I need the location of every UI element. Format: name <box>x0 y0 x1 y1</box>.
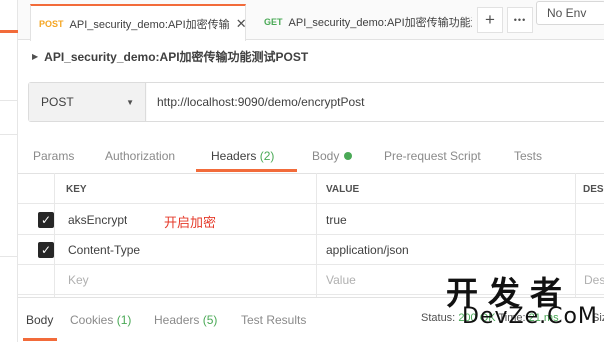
add-tab-button[interactable]: + <box>477 7 503 33</box>
method-select[interactable]: POST ▼ <box>29 83 146 121</box>
tab-authorization[interactable]: Authorization <box>105 138 175 172</box>
watermark-logo: 开发者 DevZe.CoM <box>432 268 602 340</box>
response-tab-cookies-label: Cookies <box>70 313 114 327</box>
sidebar-accent <box>0 30 18 33</box>
column-divider <box>316 173 317 297</box>
header-value[interactable]: application/json <box>326 235 409 265</box>
tab-title: API_security_demo:API加密传输 <box>69 18 230 31</box>
url-input[interactable]: http://localhost:9090/demo/encryptPost <box>147 83 604 121</box>
sidebar-divider <box>0 256 18 257</box>
chevron-down-icon: ▼ <box>126 98 134 107</box>
sidebar-divider <box>0 100 18 101</box>
response-tab-cookies-count: (1) <box>116 313 132 327</box>
tab-title: API_security_demo:API加密传输功能测 <box>288 17 472 29</box>
active-tab-indicator <box>196 169 297 172</box>
method-select-value: POST <box>41 95 74 109</box>
response-tab-headers-count: (5) <box>202 313 218 327</box>
status-dot-icon <box>344 152 353 160</box>
method-tag: POST <box>39 18 64 29</box>
active-response-tab-indicator <box>23 338 57 341</box>
new-key-input[interactable]: Key <box>68 265 89 295</box>
column-description: DESC <box>583 184 604 195</box>
table-row: ✓ aksEncrypt 开启加密 true <box>18 205 604 235</box>
close-icon[interactable]: ✕ <box>236 16 245 32</box>
column-value: VALUE <box>326 184 360 195</box>
response-tab-cookies[interactable]: Cookies (1) <box>70 313 131 327</box>
tab-pre-request-script[interactable]: Pre-request Script <box>384 138 481 172</box>
request-name[interactable]: ▶ API_security_demo:API加密传输功能测试POST <box>32 48 308 65</box>
table-header-row: KEY VALUE DESC <box>18 173 604 204</box>
request-tab-post[interactable]: POST API_security_demo:API加密传输 ✕ <box>30 4 246 41</box>
tab-body-label: Body <box>312 149 340 163</box>
row-enabled-checkbox[interactable]: ✓ <box>38 242 54 258</box>
response-tab-headers-label: Headers <box>154 313 200 327</box>
tab-body[interactable]: Body <box>312 138 353 172</box>
request-name-text: API_security_demo:API加密传输功能测试POST <box>44 50 309 64</box>
header-value[interactable]: true <box>326 205 347 235</box>
header-key[interactable]: aksEncrypt <box>68 205 127 235</box>
caret-right-icon[interactable]: ▶ <box>32 52 38 61</box>
tab-headers-label: Headers <box>211 149 257 163</box>
row-enabled-checkbox[interactable]: ✓ <box>38 212 54 228</box>
watermark-en: DevZe.CoM <box>462 304 598 329</box>
request-sub-tabs: Params Authorization Headers (2) Body Pr… <box>18 138 604 172</box>
sidebar-divider <box>0 134 18 135</box>
header-key[interactable]: Content-Type <box>68 235 140 265</box>
request-tab-bar: POST API_security_demo:API加密传输 ✕ GET API… <box>18 0 604 41</box>
tab-headers[interactable]: Headers (2) <box>211 138 274 172</box>
column-key: KEY <box>66 184 87 195</box>
tab-params[interactable]: Params <box>33 138 74 172</box>
tab-tests[interactable]: Tests <box>514 138 542 172</box>
method-tag: GET <box>264 17 283 27</box>
tab-headers-count: (2) <box>259 149 275 163</box>
column-divider <box>54 173 55 297</box>
environment-select[interactable]: No Env <box>536 1 604 25</box>
url-bar: POST ▼ http://localhost:9090/demo/encryp… <box>28 82 604 122</box>
annotation-note: 开启加密 <box>164 215 217 230</box>
response-tab-test-results[interactable]: Test Results <box>241 313 306 327</box>
table-row: ✓ Content-Type application/json <box>18 235 604 265</box>
more-options-button[interactable]: ••• <box>507 7 533 33</box>
request-tab-get[interactable]: GET API_security_demo:API加密传输功能测 <box>256 4 472 40</box>
new-value-input[interactable]: Value <box>326 265 356 295</box>
response-tab-body[interactable]: Body <box>26 313 53 327</box>
sidebar-panel <box>0 0 18 342</box>
response-tab-headers[interactable]: Headers (5) <box>154 313 217 327</box>
